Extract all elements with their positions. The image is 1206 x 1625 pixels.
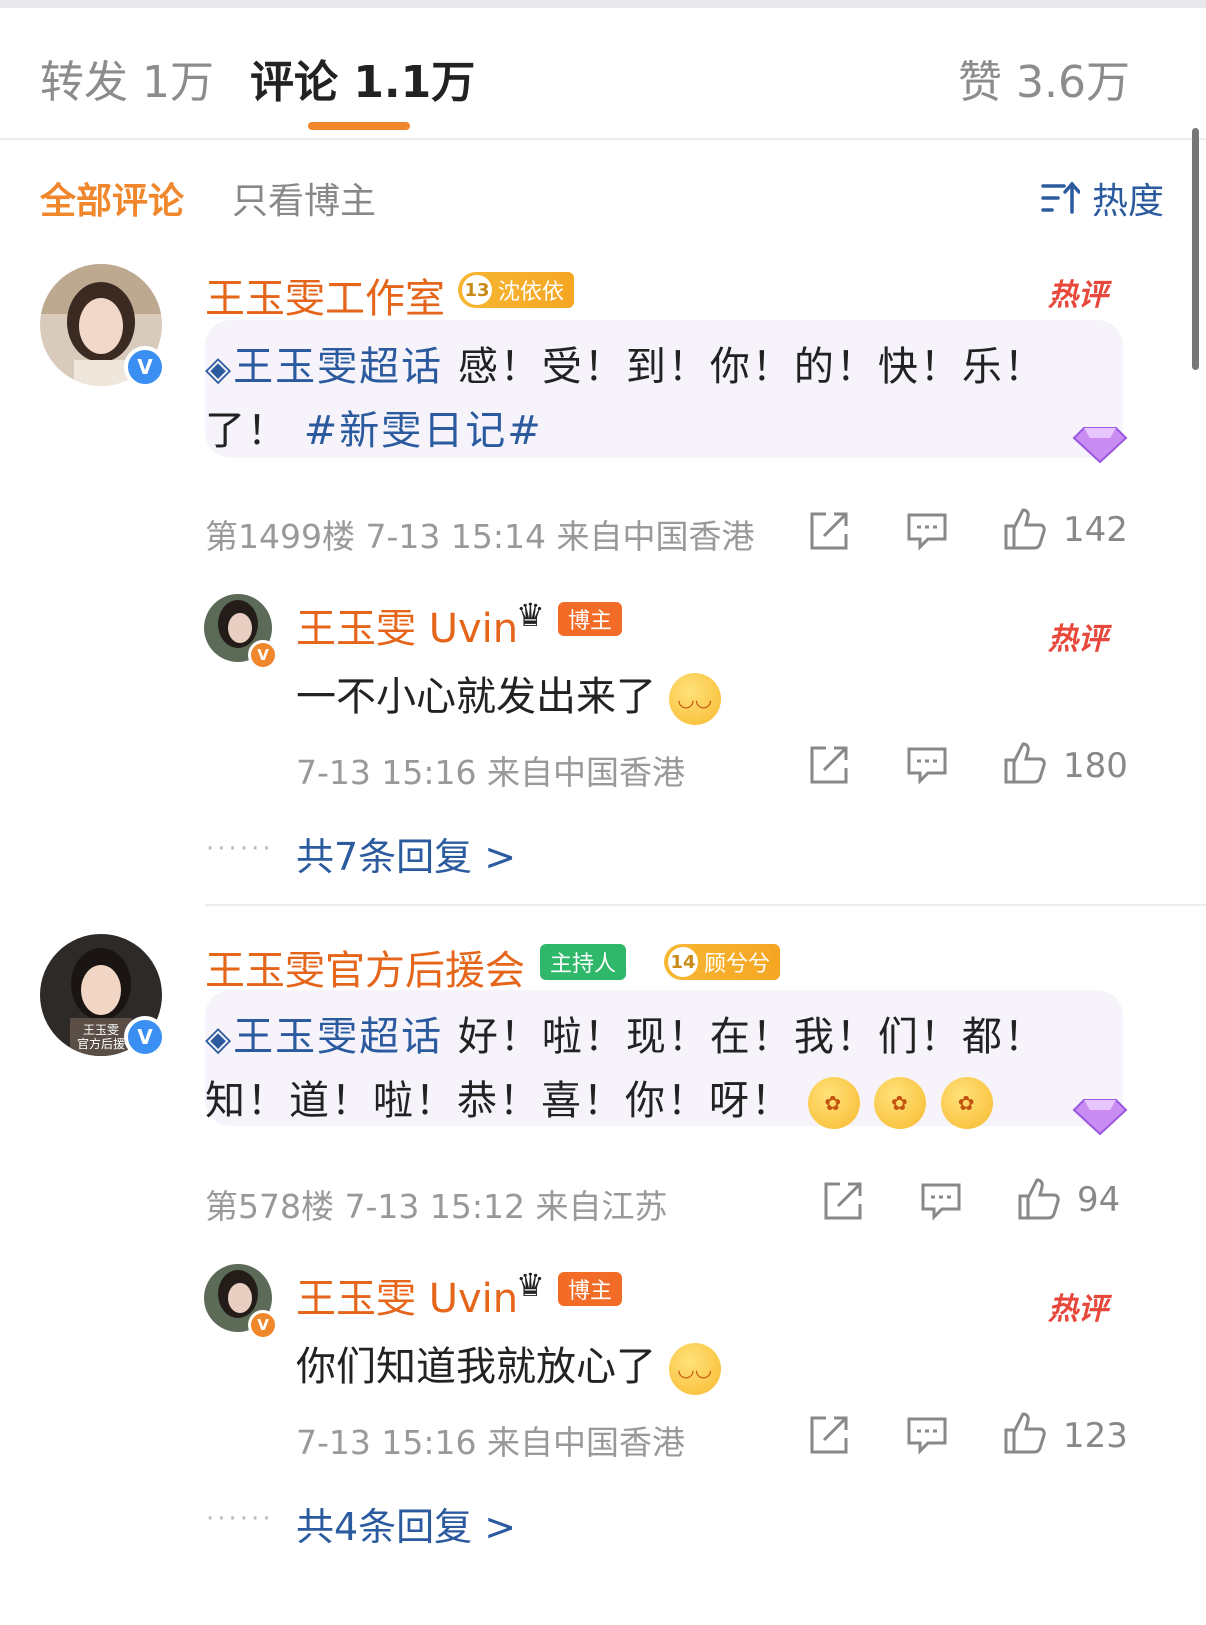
emoji-icon: ◡◡ bbox=[668, 1343, 721, 1395]
active-tab-indicator bbox=[308, 122, 410, 130]
crown-icon: ♛ bbox=[516, 596, 545, 634]
like-count: 94 bbox=[1077, 1180, 1121, 1220]
reply-username[interactable]: 王玉雯 Uvin bbox=[296, 1266, 518, 1324]
reply-username[interactable]: 王玉雯 Uvin bbox=[296, 596, 518, 654]
filter-blogger-only[interactable]: 只看博主 bbox=[232, 172, 376, 224]
share-icon[interactable] bbox=[806, 1412, 852, 1458]
more-dots: ······ bbox=[206, 834, 274, 864]
comment-text-line-2: 了！ #新雯日记# bbox=[205, 408, 543, 454]
like-count: 180 bbox=[1063, 746, 1128, 786]
comment-text-line-1: ◈王玉雯超话 好！啦！现！在！我！们！都！ bbox=[205, 1014, 1046, 1060]
like-count: 123 bbox=[1063, 1416, 1128, 1456]
fan-badge[interactable]: 13 沈依依 bbox=[458, 272, 575, 308]
like-icon[interactable] bbox=[1002, 1410, 1048, 1456]
comment-text-line-1: ◈王玉雯超话 感！受！到！你！的！快！乐！ bbox=[205, 344, 1046, 390]
verified-icon: V bbox=[248, 640, 278, 670]
diamond-icon: ◈ bbox=[205, 349, 234, 389]
verified-icon: V bbox=[248, 1310, 278, 1340]
svg-text:官方后援: 官方后援 bbox=[77, 1036, 125, 1051]
emoji-icon: ✿ bbox=[874, 1077, 927, 1129]
view-replies-link[interactable]: 共7条回复 > bbox=[296, 826, 516, 881]
sort-by-heat-button[interactable]: 热度 bbox=[1040, 172, 1164, 224]
scrollbar[interactable] bbox=[1192, 128, 1199, 370]
svg-text:王玉雯: 王玉雯 bbox=[83, 1023, 119, 1037]
emoji-icon: ◡◡ bbox=[668, 673, 721, 725]
diamond-decoration-icon bbox=[1072, 427, 1128, 464]
share-icon[interactable] bbox=[820, 1178, 866, 1224]
fan-badge-name: 沈依依 bbox=[498, 280, 565, 305]
hot-comment-badge: 热评 bbox=[1048, 1292, 1108, 1327]
filter-all-comments[interactable]: 全部评论 bbox=[40, 172, 184, 224]
comment-icon[interactable] bbox=[904, 508, 950, 554]
emoji-icon: ✿ bbox=[807, 1077, 860, 1129]
crown-icon: ♛ bbox=[516, 1266, 545, 1304]
tab-likes[interactable]: 赞 3.6万 bbox=[958, 46, 1130, 110]
blogger-badge: 博主 bbox=[558, 602, 623, 636]
comment-separator bbox=[205, 904, 1206, 906]
view-replies-link[interactable]: 共4条回复 > bbox=[296, 1496, 516, 1551]
diamond-decoration-icon bbox=[1072, 1099, 1128, 1136]
tab-reposts[interactable]: 转发 1万 bbox=[40, 46, 214, 110]
share-icon[interactable] bbox=[806, 508, 852, 554]
sort-label: 热度 bbox=[1092, 181, 1165, 222]
hashtag-link[interactable]: #新雯日记# bbox=[304, 408, 543, 454]
blogger-badge: 博主 bbox=[558, 1272, 623, 1306]
hot-comment-badge: 热评 bbox=[1048, 622, 1108, 657]
super-topic-link[interactable]: 王玉雯超话 bbox=[233, 1014, 443, 1060]
status-strip bbox=[0, 0, 1206, 8]
comment-text-line-2: 知！道！啦！恭！喜！你！呀！ ✿ ✿ ✿ bbox=[205, 1068, 994, 1129]
comment-meta: 第578楼 7-13 15:12 来自江苏 bbox=[205, 1187, 668, 1226]
verified-icon: V bbox=[124, 1016, 166, 1058]
fan-badge[interactable]: 14 顾兮兮 bbox=[664, 944, 781, 980]
comment-username[interactable]: 王玉雯工作室 bbox=[205, 266, 445, 324]
tabs-divider bbox=[0, 138, 1206, 140]
comment-meta: 第1499楼 7-13 15:14 来自中国香港 bbox=[205, 517, 755, 556]
comment-icon[interactable] bbox=[904, 742, 950, 788]
emoji-icon: ✿ bbox=[941, 1077, 994, 1129]
like-icon[interactable] bbox=[1002, 506, 1048, 552]
sort-icon bbox=[1041, 181, 1080, 214]
diamond-icon: ◈ bbox=[205, 1019, 234, 1059]
comment-icon[interactable] bbox=[918, 1178, 964, 1224]
comment-icon[interactable] bbox=[904, 1412, 950, 1458]
reply-text: 一不小心就发出来了 ◡◡ bbox=[296, 664, 721, 725]
tab-comments[interactable]: 评论 1.1万 bbox=[250, 46, 475, 110]
share-icon[interactable] bbox=[806, 742, 852, 788]
role-badge: 主持人 bbox=[540, 944, 627, 980]
reply-text: 你们知道我就放心了 ◡◡ bbox=[296, 1334, 721, 1395]
more-dots: ······ bbox=[206, 1504, 274, 1534]
like-icon[interactable] bbox=[1016, 1176, 1062, 1222]
like-count: 142 bbox=[1063, 510, 1128, 550]
comment-username[interactable]: 王玉雯官方后援会 bbox=[205, 938, 525, 996]
fan-level: 13 bbox=[462, 275, 492, 305]
fan-level: 14 bbox=[668, 947, 698, 977]
verified-icon: V bbox=[124, 346, 166, 388]
like-icon[interactable] bbox=[1002, 740, 1048, 786]
reply-meta: 7-13 15:16 来自中国香港 bbox=[296, 1423, 685, 1462]
super-topic-link[interactable]: 王玉雯超话 bbox=[233, 344, 443, 390]
fan-badge-name: 顾兮兮 bbox=[704, 952, 771, 977]
reply-meta: 7-13 15:16 来自中国香港 bbox=[296, 753, 685, 792]
hot-comment-badge: 热评 bbox=[1048, 278, 1108, 313]
